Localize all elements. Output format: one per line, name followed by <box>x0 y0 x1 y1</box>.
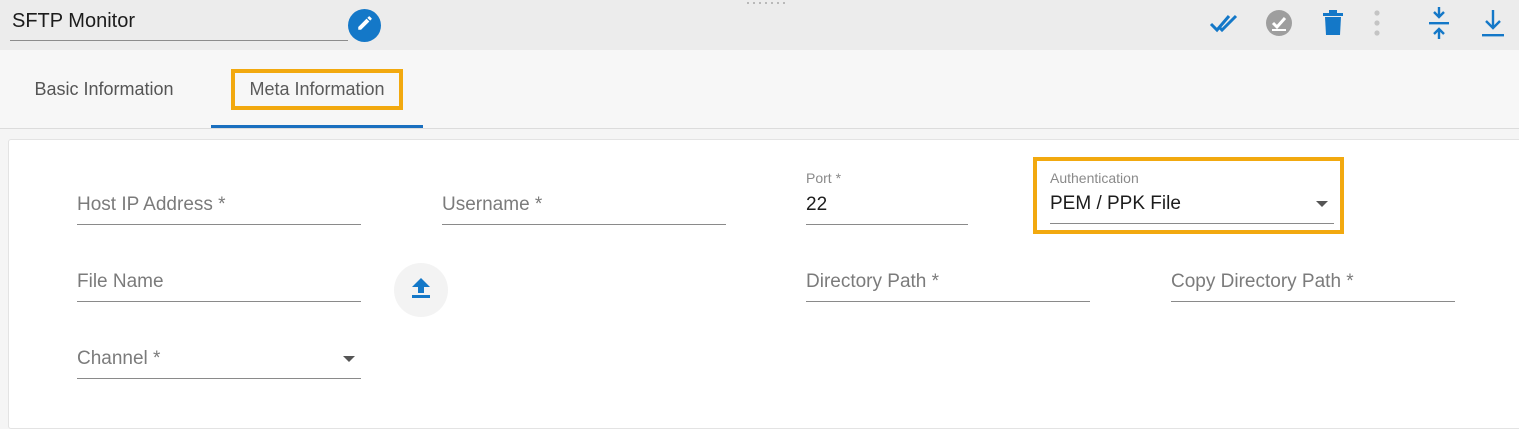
host-ip-placeholder: Host IP Address * <box>77 194 226 215</box>
file-name-field[interactable]: File Name <box>77 258 361 302</box>
drag-handle[interactable] <box>745 1 787 5</box>
edit-button[interactable] <box>348 9 381 42</box>
authentication-select[interactable]: Authentication PEM / PPK File <box>1050 170 1334 224</box>
double-check-icon <box>1208 11 1242 40</box>
title-input[interactable] <box>10 6 348 36</box>
copy-directory-path-placeholder: Copy Directory Path * <box>1171 271 1354 292</box>
tab-label: Basic Information <box>34 79 174 99</box>
host-ip-field[interactable]: Host IP Address * <box>77 180 361 225</box>
chevron-down-icon <box>1316 201 1328 207</box>
more-vertical-icon <box>1373 9 1381 41</box>
authentication-label: Authentication <box>1050 170 1139 186</box>
tab-basic-information[interactable]: Basic Information <box>14 50 194 129</box>
more-button[interactable] <box>1360 8 1394 42</box>
username-placeholder: Username * <box>442 194 543 215</box>
port-field[interactable]: Port * 22 <box>806 170 968 225</box>
download-icon <box>1481 8 1505 43</box>
port-value: 22 <box>806 194 828 215</box>
collapse-button[interactable] <box>1422 6 1456 44</box>
tab-bar: Basic Information Meta Information <box>0 50 1519 129</box>
title-field[interactable] <box>10 6 348 41</box>
tab-label: Meta Information <box>231 69 403 110</box>
validate-button[interactable] <box>1208 8 1242 42</box>
channel-select[interactable]: Channel * <box>77 335 361 379</box>
upload-icon <box>411 277 431 304</box>
activate-button[interactable] <box>1262 8 1296 42</box>
directory-path-field[interactable]: Directory Path * <box>806 258 1090 302</box>
active-tab-indicator <box>211 125 423 128</box>
upload-button[interactable] <box>394 263 448 317</box>
delete-button[interactable] <box>1316 8 1350 42</box>
copy-directory-path-field[interactable]: Copy Directory Path * <box>1171 258 1455 302</box>
authentication-value: PEM / PPK File <box>1050 193 1181 214</box>
collapse-vertical-icon <box>1427 6 1451 44</box>
channel-placeholder: Channel * <box>77 348 161 369</box>
file-name-placeholder: File Name <box>77 271 164 292</box>
header-bar <box>0 0 1519 50</box>
port-label: Port * <box>806 170 842 186</box>
trash-icon <box>1322 9 1344 41</box>
check-circle-icon <box>1265 9 1293 42</box>
directory-path-placeholder: Directory Path * <box>806 271 940 292</box>
pencil-icon <box>356 14 374 37</box>
tab-meta-information[interactable]: Meta Information <box>211 50 423 129</box>
download-button[interactable] <box>1476 8 1510 42</box>
chevron-down-icon <box>343 356 355 362</box>
username-field[interactable]: Username * <box>442 180 726 225</box>
